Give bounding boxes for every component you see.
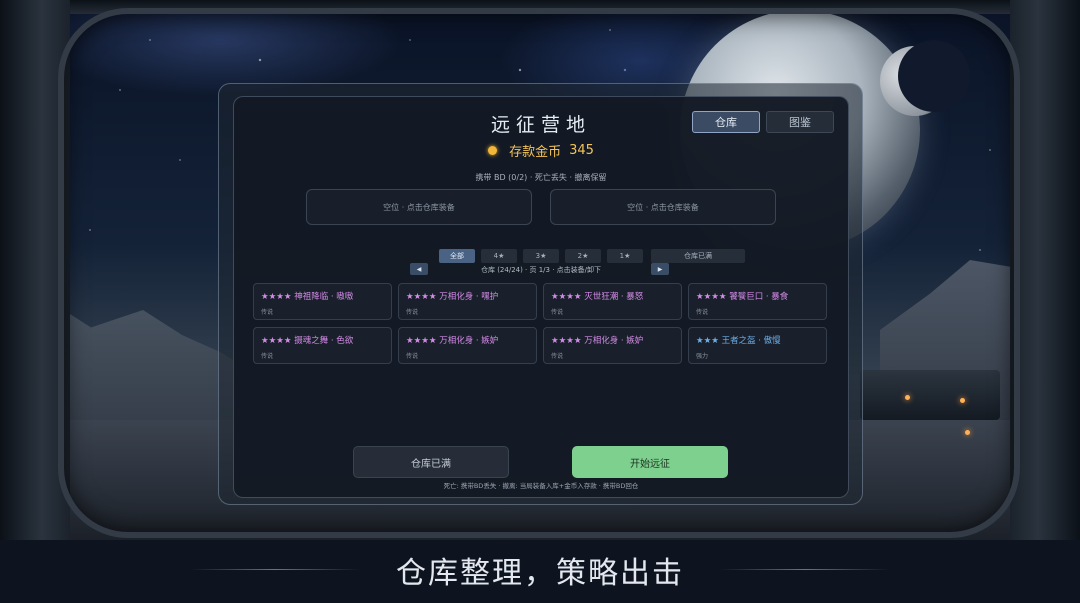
coin-balance: 存款金币 345 (234, 141, 848, 160)
top-tabs: 仓库 图鉴 (692, 111, 834, 133)
star-filters: 全部 4★ 3★ 2★ 1★ (439, 249, 643, 263)
item-name: ★★★★ 万相化身 · 嫉妒 (406, 334, 529, 346)
filter-1-star[interactable]: 1★ (607, 249, 643, 263)
item-rarity: 传说 (696, 309, 709, 316)
coin-icon (488, 146, 498, 155)
item-stars: ★★★★ (551, 292, 582, 302)
item-rarity: 传说 (406, 309, 419, 316)
window-frame-right (1010, 0, 1080, 540)
item-stars: ★★★★ (261, 336, 292, 346)
next-page-button[interactable]: ▶ (651, 263, 669, 275)
item-title: 灭世狂潮 · 暴怒 (584, 292, 644, 302)
filter-3-star[interactable]: 3★ (523, 249, 559, 263)
item-stars: ★★★ (696, 336, 719, 346)
item-stars: ★★★★ (261, 292, 292, 302)
tab-warehouse[interactable]: 仓库 (692, 111, 760, 133)
start-expedition-button[interactable]: 开始远征 (572, 446, 728, 478)
chevron-right-icon: ▶ (657, 265, 663, 273)
item-name: ★★★★ 万相化身 · 嘿护 (406, 290, 529, 302)
carry-info: 携带 BD (0/2) · 死亡丢失 · 撤离保留 (475, 173, 607, 182)
item-card[interactable]: ★★★★ 万相化身 · 嫉妒 传说 (543, 327, 682, 364)
warehouse-status: 仓库已满 (651, 249, 745, 263)
item-card[interactable]: ★★★★ 摄魂之舞 · 色欲 传说 (253, 327, 392, 364)
item-name: ★★★ 王者之盔 · 傲慢 (696, 334, 819, 346)
item-stars: ★★★★ (406, 292, 437, 302)
filter-all[interactable]: 全部 (439, 249, 475, 263)
coin-label: 存款金币 (509, 145, 562, 160)
carry-slot-2[interactable]: 空位 · 点击仓库装备 (550, 189, 776, 225)
item-stars: ★★★★ (406, 336, 437, 346)
item-name: ★★★★ 摄魂之舞 · 色欲 (261, 334, 384, 346)
filter-2-star[interactable]: 2★ (565, 249, 601, 263)
item-card[interactable]: ★★★★ 万相化身 · 嫉妒 传说 (398, 327, 537, 364)
item-card[interactable]: ★★★★ 万相化身 · 嘿护 传说 (398, 283, 537, 320)
carry-slot-1[interactable]: 空位 · 点击仓库装备 (306, 189, 532, 225)
promo-caption: 仓库整理，策略出击 (396, 556, 684, 591)
item-rarity: 传说 (551, 353, 564, 360)
item-rarity: 强力 (696, 353, 709, 360)
item-title: 万相化身 · 嫉妒 (439, 336, 499, 346)
item-title: 饕餮巨口 · 暴食 (729, 292, 789, 302)
item-stars: ★★★★ (551, 336, 582, 346)
item-title: 万相化身 · 嫉妒 (584, 336, 644, 346)
item-rarity: 传说 (261, 353, 274, 360)
item-card[interactable]: ★★★★ 饕餮巨口 · 暴食 传说 (688, 283, 827, 320)
item-grid: ★★★★ 神祖降临 · 嗷嗷 传说 ★★★★ 万相化身 · 嘿护 传说 ★★★★… (253, 283, 829, 364)
warehouse-full-button[interactable]: 仓库已满 (353, 446, 509, 478)
item-title: 万相化身 · 嘿护 (439, 292, 499, 302)
item-card[interactable]: ★★★★ 灭世狂潮 · 暴怒 传说 (543, 283, 682, 320)
page-info: 仓库 (24/24) · 页 1/3 · 点击装备/卸下 (480, 266, 602, 274)
item-title: 神祖降临 · 嗷嗷 (294, 292, 354, 302)
item-title: 王者之盔 · 傲慢 (721, 336, 781, 346)
tab-codex[interactable]: 图鉴 (766, 111, 834, 133)
item-card[interactable]: ★★★★ 神祖降临 · 嗷嗷 传说 (253, 283, 392, 320)
camp-modal: 远征营地 仓库 图鉴 存款金币 345 携带 BD (0/2) · 死亡丢失 ·… (233, 96, 849, 498)
item-title: 摄魂之舞 · 色欲 (294, 336, 354, 346)
item-stars: ★★★★ (696, 292, 727, 302)
item-rarity: 传说 (261, 309, 274, 316)
item-card[interactable]: ★★★ 王者之盔 · 傲慢 强力 (688, 327, 827, 364)
item-name: ★★★★ 饕餮巨口 · 暴食 (696, 290, 819, 302)
item-rarity: 传说 (551, 309, 564, 316)
rules-footnote: 死亡: 携带BD丢失 · 撤离: 当局装备入库+金币入存款 · 携带BD回仓 (443, 482, 639, 490)
item-name: ★★★★ 神祖降临 · 嗷嗷 (261, 290, 384, 302)
item-rarity: 传说 (406, 353, 419, 360)
coin-value: 345 (569, 143, 594, 158)
item-name: ★★★★ 灭世狂潮 · 暴怒 (551, 290, 674, 302)
item-name: ★★★★ 万相化身 · 嫉妒 (551, 334, 674, 346)
filter-4-star[interactable]: 4★ (481, 249, 517, 263)
